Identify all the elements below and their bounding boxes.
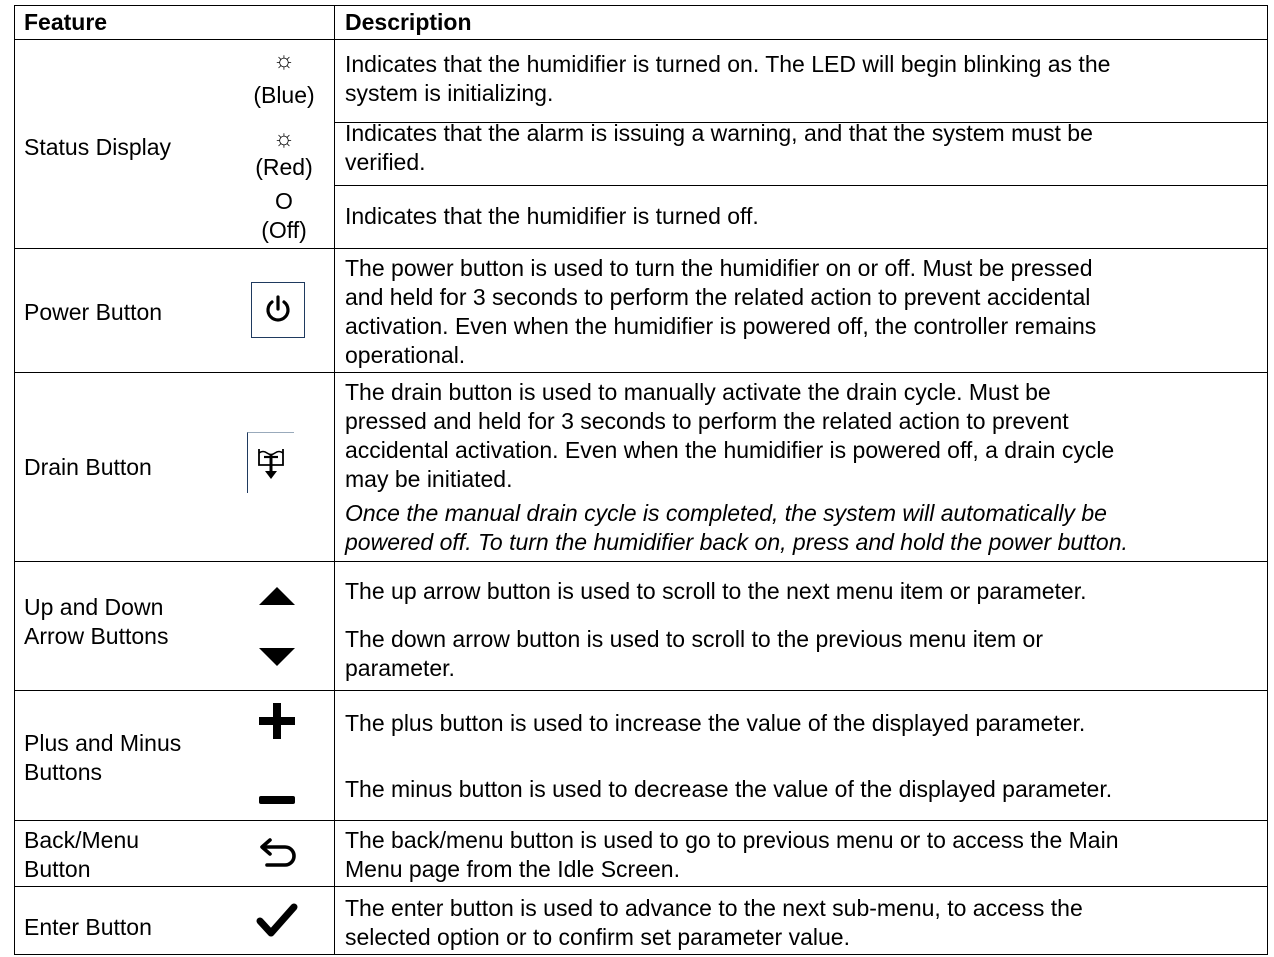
back-menu-label-line1: Back/Menu bbox=[24, 827, 140, 853]
back-arrow-icon bbox=[254, 836, 300, 874]
arrow-buttons-label-line1: Up and Down bbox=[24, 594, 164, 620]
enter-button-label: Enter Button bbox=[24, 914, 152, 940]
enter-description-line2: selected option or to confirm set parame… bbox=[345, 924, 850, 950]
plus-minus-label-line1: Plus and Minus bbox=[24, 730, 182, 756]
header-feature: Feature bbox=[24, 9, 108, 35]
header-description: Description bbox=[345, 9, 472, 35]
red-led-label: (Red) bbox=[255, 154, 313, 180]
row-divider bbox=[14, 820, 1268, 821]
drain-description-line2: pressed and held for 3 seconds to perfor… bbox=[345, 408, 1069, 434]
feature-table: Feature Description Status Display ☼ (Bl… bbox=[14, 5, 1268, 955]
table-border-bottom bbox=[14, 954, 1268, 955]
minus-description: The minus button is used to decrease the… bbox=[345, 776, 1113, 802]
power-button-label: Power Button bbox=[24, 299, 163, 325]
status-blue-description-line1: Indicates that the humidifier is turned … bbox=[345, 51, 1111, 77]
plus-minus-label-line2: Buttons bbox=[24, 759, 102, 785]
drain-button-label: Drain Button bbox=[24, 454, 152, 480]
table-border-right bbox=[1267, 5, 1268, 955]
down-arrow-description-line2: parameter. bbox=[345, 655, 455, 681]
red-led-icon: ☼ bbox=[273, 125, 295, 152]
down-arrow-description-line1: The down arrow button is used to scroll … bbox=[345, 626, 1044, 652]
row-divider bbox=[14, 561, 1268, 562]
row-divider bbox=[14, 690, 1268, 691]
blue-led-icon: ☼ bbox=[273, 47, 295, 74]
drain-description-line1: The drain button is used to manually act… bbox=[345, 379, 1051, 405]
row-divider bbox=[14, 248, 1268, 249]
arrow-buttons-label-line2: Arrow Buttons bbox=[24, 623, 169, 649]
drain-description-line3: accidental activation. Even when the hum… bbox=[345, 437, 1115, 463]
plus-icon bbox=[257, 701, 297, 741]
power-description-line3: activation. Even when the humidifier is … bbox=[345, 313, 1097, 339]
status-red-description-line1: Indicates that the alarm is issuing a wa… bbox=[345, 120, 1093, 146]
power-description-line1: The power button is used to turn the hum… bbox=[345, 255, 1093, 281]
up-arrow-description: The up arrow button is used to scroll to… bbox=[345, 578, 1087, 604]
row-divider bbox=[14, 39, 1268, 40]
up-arrow-icon bbox=[257, 583, 297, 609]
drain-icon bbox=[247, 432, 294, 493]
checkmark-icon bbox=[254, 900, 300, 940]
row-divider bbox=[14, 886, 1268, 887]
drain-description-line4: may be initiated. bbox=[345, 466, 513, 492]
table-border-top bbox=[14, 5, 1268, 6]
drain-note-line2: powered off. To turn the humidifier back… bbox=[345, 529, 1128, 555]
status-off-description: Indicates that the humidifier is turned … bbox=[345, 203, 759, 229]
status-display-label: Status Display bbox=[24, 134, 172, 160]
plus-description: The plus button is used to increase the … bbox=[345, 710, 1086, 736]
down-arrow-icon bbox=[257, 644, 297, 670]
power-description-line2: and held for 3 seconds to perform the re… bbox=[345, 284, 1091, 310]
back-menu-label-line2: Button bbox=[24, 856, 91, 882]
minus-icon bbox=[257, 790, 297, 810]
power-description-line4: operational. bbox=[345, 342, 466, 368]
power-icon bbox=[251, 282, 305, 338]
column-divider bbox=[334, 5, 335, 955]
row-divider bbox=[334, 185, 1268, 186]
drain-note-line1: Once the manual drain cycle is completed… bbox=[345, 500, 1107, 526]
blue-led-label: (Blue) bbox=[253, 82, 315, 108]
row-divider bbox=[14, 372, 1268, 373]
off-led-label: (Off) bbox=[261, 217, 307, 243]
status-red-description-line2: verified. bbox=[345, 149, 426, 175]
back-description-line1: The back/menu button is used to go to pr… bbox=[345, 827, 1119, 853]
off-led-icon: O bbox=[275, 188, 293, 214]
enter-description-line1: The enter button is used to advance to t… bbox=[345, 895, 1083, 921]
table-border-left bbox=[14, 5, 15, 955]
back-description-line2: Menu page from the Idle Screen. bbox=[345, 856, 680, 882]
status-blue-description-line2: system is initializing. bbox=[345, 80, 554, 106]
